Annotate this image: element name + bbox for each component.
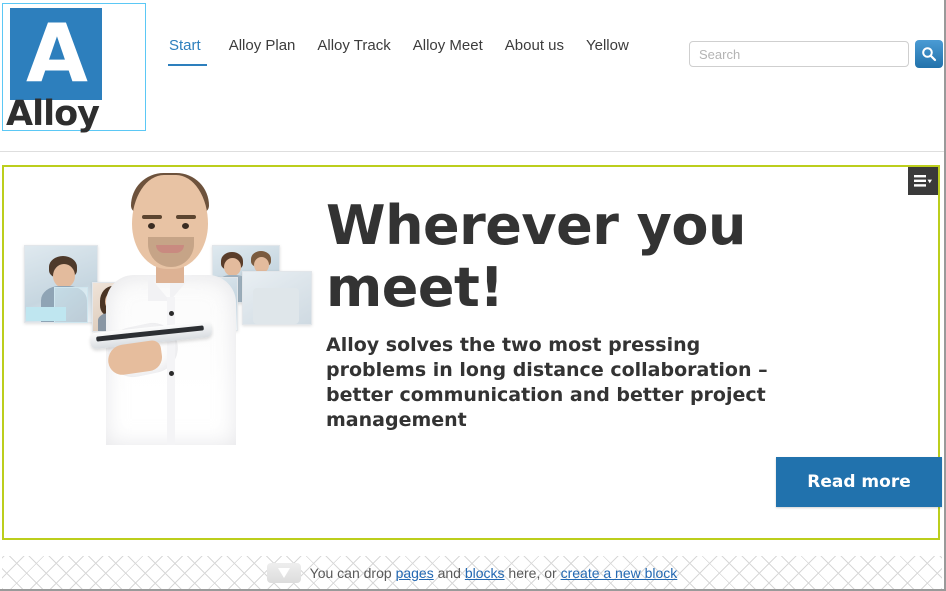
nav-item-alloy-track[interactable]: Alloy Track	[317, 36, 390, 64]
search-icon	[922, 47, 937, 62]
drop-arrow-icon	[266, 562, 301, 583]
drop-text-middle: and	[433, 564, 465, 581]
drop-link-blocks[interactable]: blocks	[465, 565, 505, 581]
alloy-logo-icon: A	[10, 8, 102, 100]
drop-link-create-new-block[interactable]: create a new block	[561, 565, 678, 581]
nav-item-yellow[interactable]: Yellow	[586, 36, 629, 64]
site-header: A Alloy Start Alloy Plan Alloy Track All…	[0, 0, 944, 152]
logo-letter: A	[26, 7, 88, 100]
nav-item-about-us[interactable]: About us	[505, 36, 564, 64]
search-area	[689, 40, 943, 68]
main-navigation: Start Alloy Plan Alloy Track Alloy Meet …	[168, 36, 629, 66]
nav-item-alloy-meet[interactable]: Alloy Meet	[413, 36, 483, 64]
drop-text-before: You can drop	[309, 564, 396, 581]
page-root: A Alloy Start Alloy Plan Alloy Track All…	[0, 0, 946, 591]
hamburger-menu-icon	[914, 175, 932, 187]
hero-text: Wherever you meet! Alloy solves the two …	[326, 195, 806, 433]
block-menu-button[interactable]	[908, 167, 938, 195]
nav-item-start[interactable]: Start	[168, 36, 207, 66]
drop-zone-text: You can drop pages and blocks here, or c…	[310, 565, 678, 581]
hero-content-block[interactable]: Wherever you meet! Alloy solves the two …	[2, 165, 942, 540]
drop-link-pages[interactable]: pages	[396, 565, 434, 581]
hero-inner: Wherever you meet! Alloy solves the two …	[4, 167, 942, 538]
drop-text-after: here, or	[504, 564, 561, 581]
video-thumbnail	[242, 271, 312, 325]
hero-illustration	[14, 167, 314, 445]
hero-paragraph: Alloy solves the two most pressing probl…	[326, 334, 768, 431]
search-button[interactable]	[915, 40, 943, 68]
search-input[interactable]	[689, 41, 909, 67]
nav-item-alloy-plan[interactable]: Alloy Plan	[229, 36, 296, 64]
hologram-panel	[26, 307, 66, 321]
site-logo[interactable]: A Alloy	[2, 3, 146, 134]
read-more-button[interactable]: Read more	[776, 457, 942, 507]
drop-zone-label: You can drop pages and blocks here, or c…	[266, 562, 678, 583]
content-drop-zone[interactable]: You can drop pages and blocks here, or c…	[2, 556, 942, 589]
logo-wordmark: Alloy	[6, 94, 100, 134]
hero-heading: Wherever you meet!	[326, 194, 746, 319]
